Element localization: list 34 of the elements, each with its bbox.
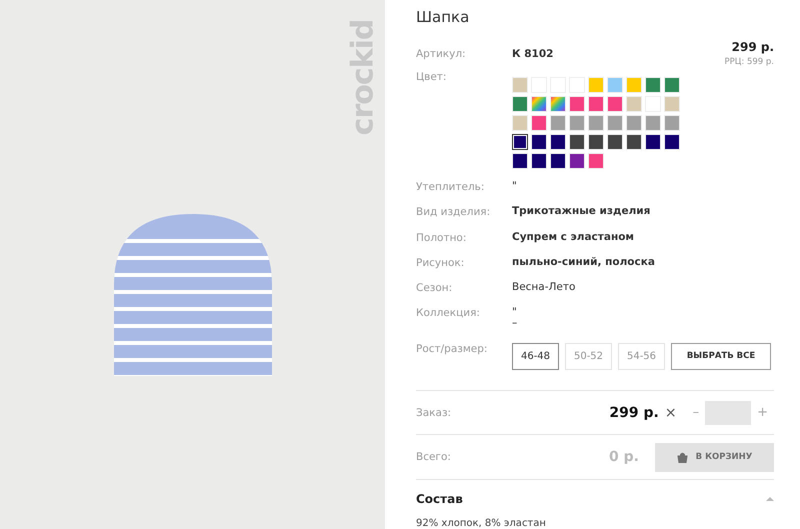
field-label: Заказ: (416, 406, 452, 418)
price: 299 р. (732, 40, 774, 54)
section-title: Состав (416, 492, 463, 506)
field-label: Утеплитель: (416, 181, 486, 193)
recommended-price: РРЦ: 599 р. (724, 57, 774, 67)
field-value: Трикотажные изделия (512, 206, 650, 217)
decrease-button[interactable]: – (686, 405, 706, 420)
order-price: 299 р. (609, 404, 659, 420)
caret-icon[interactable] (766, 496, 774, 502)
field-label: Артикул: (416, 48, 467, 60)
field-label: Рост/размер: (416, 342, 488, 355)
increase-button[interactable]: + (751, 405, 774, 420)
bag-icon (676, 452, 688, 463)
total-value: 0 р. (609, 449, 639, 466)
size-option[interactable]: 46-48 (512, 342, 559, 370)
field-value: Весна-Лето (512, 282, 576, 293)
article-number: К 8102 (512, 48, 554, 60)
composition-text: 92% хлопок, 8% эластан (416, 518, 547, 529)
field-label: Сезон: (416, 282, 454, 294)
field-value: Супрем с эластаном (512, 232, 634, 242)
select-all-button[interactable]: ВЫБРАТЬ ВСЕ (671, 342, 771, 370)
field-label: Полотно: (416, 232, 468, 244)
field-label: Рисунок: (416, 256, 466, 269)
quantity-field[interactable] (705, 400, 752, 424)
field-label: Коллекция: (416, 307, 481, 320)
field-value: " – (512, 307, 518, 328)
field-label: Всего: (416, 451, 452, 464)
multiply-sign: × (664, 404, 677, 420)
product-title: Шапка (416, 8, 470, 26)
field-label: Цвет: (416, 71, 448, 83)
field-value: пыльно-синий, полоска (512, 256, 655, 268)
color-swatch[interactable] (512, 134, 528, 150)
field-value: " (512, 181, 517, 192)
field-label: Вид изделия: (416, 206, 492, 218)
